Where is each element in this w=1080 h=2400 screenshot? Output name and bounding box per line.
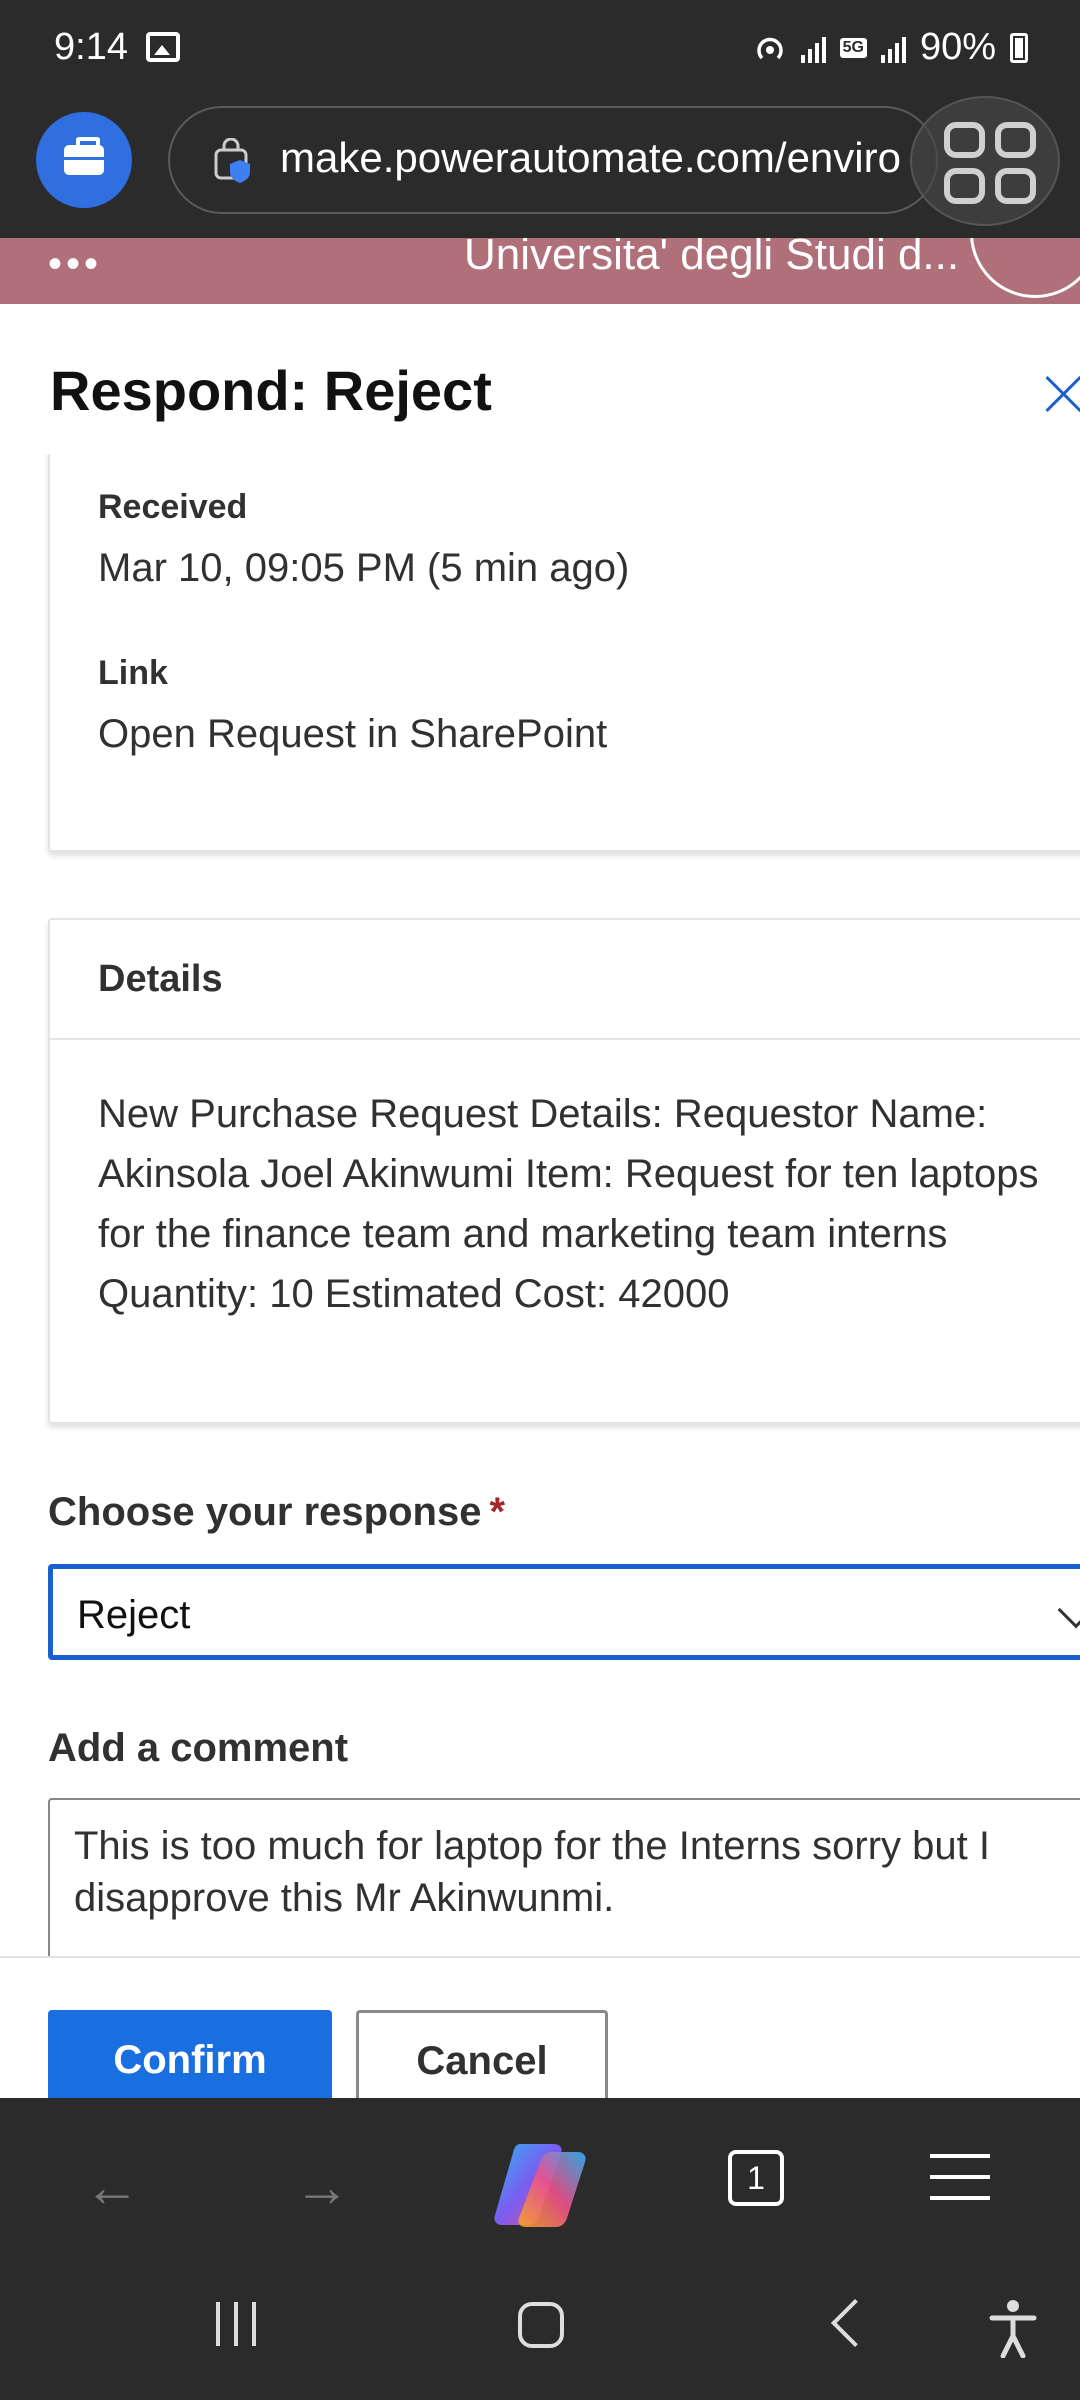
cancel-label: Cancel (416, 2039, 548, 2083)
status-bar: 9:14 5G 90% (0, 0, 1080, 96)
sharepoint-link[interactable]: Open Request in SharePoint (98, 712, 607, 757)
cancel-button[interactable]: Cancel (356, 2010, 608, 2098)
confirm-label: Confirm (113, 2038, 267, 2082)
signal-icon-2 (880, 33, 906, 63)
response-label: Choose your response * (48, 1490, 505, 1535)
chevron-down-icon (1057, 1591, 1080, 1629)
response-selected-value: Reject (77, 1593, 191, 1637)
recents-icon[interactable] (216, 2302, 256, 2346)
copilot-icon[interactable] (490, 2138, 590, 2228)
home-icon[interactable] (518, 2302, 564, 2348)
link-label: Link (98, 654, 168, 692)
battery-icon (1010, 32, 1028, 63)
accessibility-icon[interactable] (988, 2298, 1038, 2358)
menu-icon[interactable] (930, 2154, 990, 2200)
more-icon[interactable]: ••• (48, 242, 102, 287)
request-info-card: Received Mar 10, 09:05 PM (5 min ago) Li… (48, 454, 1080, 852)
shield-icon (214, 138, 250, 183)
tab-count: 1 (747, 2159, 765, 2196)
app-header: ••• Universita' degli Studi d... (0, 238, 1080, 304)
app-header-title: Universita' degli Studi d... (464, 238, 960, 279)
details-text: New Purchase Request Details: Requestor … (98, 1092, 1039, 1316)
hotspot-icon (756, 37, 783, 59)
workspace-button[interactable] (36, 112, 132, 208)
system-nav-bar (0, 2258, 1080, 2400)
respond-panel: Respond: Reject Received Mar 10, 09:05 P… (0, 304, 1080, 2098)
received-label: Received (98, 488, 248, 526)
comment-field[interactable]: This is too much for laptop for the Inte… (48, 1798, 1080, 1956)
panel-scroll-area[interactable]: Received Mar 10, 09:05 PM (5 min ago) Li… (0, 454, 1080, 1958)
overlay-icon[interactable] (910, 96, 1060, 226)
close-icon[interactable] (1044, 374, 1080, 414)
browser-bottom-bar: ← → 1 (0, 2098, 1080, 2258)
url-text: make.powerautomate.com/enviro (280, 134, 901, 181)
address-bar[interactable]: make.powerautomate.com/enviro (168, 106, 938, 214)
forward-arrow-icon[interactable]: → (294, 2154, 350, 2219)
required-marker: * (489, 1490, 506, 1534)
back-arrow-icon[interactable]: ← (84, 2154, 140, 2219)
avatar[interactable] (970, 238, 1080, 298)
gallery-icon (146, 32, 180, 62)
status-right: 5G 90% (753, 26, 1028, 69)
nav-back-icon[interactable] (830, 2298, 880, 2348)
browser-toolbar: make.powerautomate.com/enviro (0, 96, 1080, 238)
details-title: Details (98, 958, 223, 1000)
received-value: Mar 10, 09:05 PM (5 min ago) (98, 546, 630, 590)
response-label-text: Choose your response (48, 1490, 482, 1534)
page-title: Respond: Reject (50, 359, 492, 422)
briefcase-icon (64, 137, 104, 175)
tabs-icon[interactable]: 1 (728, 2150, 784, 2206)
signal-icon (800, 33, 826, 63)
status-time: 9:14 (54, 26, 128, 68)
comment-label: Add a comment (48, 1726, 349, 1770)
details-header: Details (50, 920, 1080, 1040)
confirm-button[interactable]: Confirm (48, 2010, 332, 2098)
network-badge: 5G (839, 37, 867, 58)
comment-text: This is too much for laptop for the Inte… (74, 1824, 990, 1920)
battery-percent: 90% (919, 26, 996, 68)
details-card: Details New Purchase Request Details: Re… (48, 918, 1080, 1424)
response-dropdown[interactable]: Reject (48, 1564, 1080, 1660)
